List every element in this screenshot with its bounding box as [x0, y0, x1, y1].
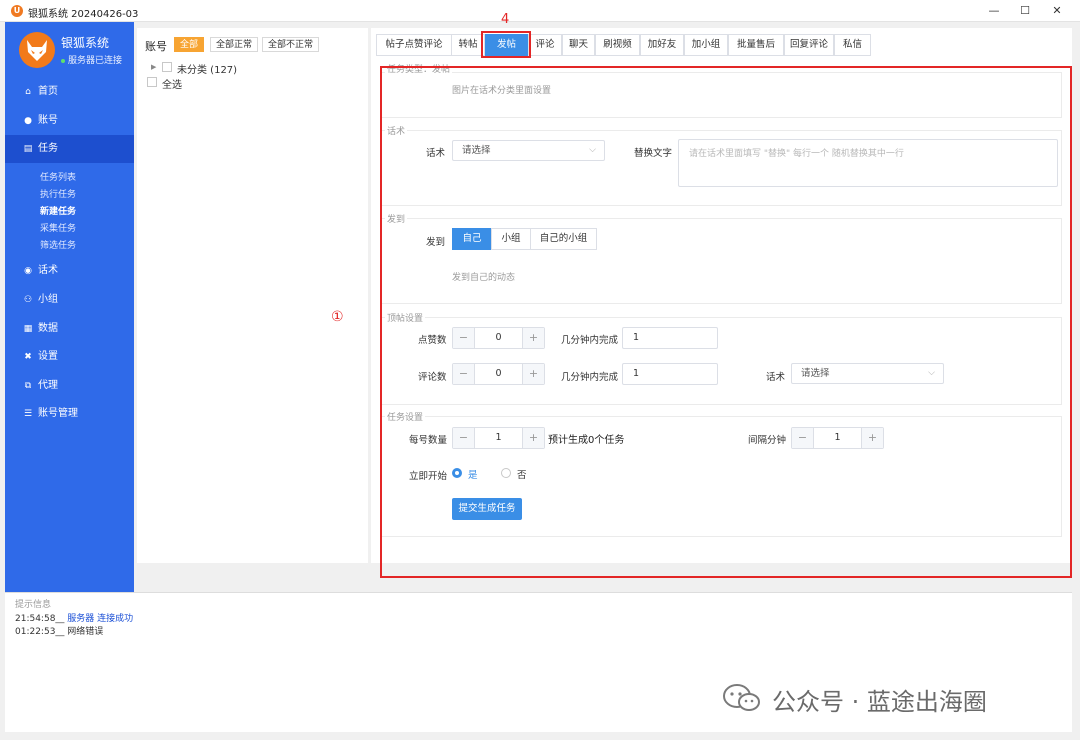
tab-repost[interactable]: 转帖 — [451, 34, 485, 56]
select-all-label[interactable]: 全选 — [162, 76, 182, 91]
subnav-new-task[interactable]: 新建任务 — [40, 204, 76, 217]
settings-icon: ✖ — [24, 352, 32, 362]
tab-chat[interactable]: 聊天 — [562, 34, 595, 56]
annotation-tab-highlight — [481, 31, 531, 58]
group-icon: ⚇ — [23, 295, 33, 305]
annotation-circle-1: ① — [331, 309, 344, 325]
chat-icon: ◉ — [24, 266, 32, 276]
subnav-task-list[interactable]: 任务列表 — [40, 170, 76, 183]
log-time: 21:54:58__ — [15, 614, 65, 624]
sidebar-item-home[interactable]: ⌂ 首页 — [5, 78, 134, 106]
filter-all-chip[interactable]: 全部 — [174, 37, 205, 52]
window-title: 银狐系统 20240426-03 — [28, 9, 139, 20]
account-panel: 账号 全部 全部正常 全部不正常 ▶ 未分类 (127) 全选 — [137, 28, 368, 563]
wechat-icon — [723, 684, 760, 711]
log-title: 提示信息 — [15, 600, 52, 610]
select-all-checkbox[interactable] — [147, 77, 157, 87]
tab-direct-message[interactable]: 私信 — [834, 34, 871, 56]
tab-batch-aftersale[interactable]: 批量售后 — [728, 34, 784, 56]
watermark-text: 公众号 · 蓝途出海圈 — [772, 688, 987, 716]
sidebar-item-account-manage[interactable]: ☰ 账号管理 — [5, 400, 134, 428]
maximize-button[interactable]: ☐ — [1011, 3, 1039, 19]
home-icon: ⌂ — [25, 87, 31, 97]
sidebar: 银狐系统 服务器已连接 ⌂ 首页 ● 账号 ▤ 任务 任务列表 执行任务 新建任务 采… — [5, 22, 134, 592]
sidebar-item-label: 代理 — [38, 380, 58, 391]
status-dot-icon — [61, 58, 65, 63]
log-line: 21:54:58__ 服务器 连接成功 — [15, 611, 133, 624]
sidebar-item-task[interactable]: ▤ 任务 — [5, 135, 134, 163]
task-icon: ▤ — [23, 144, 33, 154]
subnav-execute-task[interactable]: 执行任务 — [40, 187, 76, 200]
sidebar-item-label: 任务 — [38, 143, 58, 154]
annotation-form-highlight — [380, 66, 1072, 578]
server-status: 服务器已连接 — [61, 53, 122, 66]
sidebar-item-label: 小组 — [38, 294, 58, 305]
database-icon: ☰ — [23, 409, 33, 419]
filter-normal-chip[interactable]: 全部正常 — [210, 37, 259, 52]
sidebar-item-label: 首页 — [38, 86, 58, 97]
sidebar-item-data[interactable]: ▦ 数据 — [5, 315, 134, 343]
log-time: 01:22:53__ — [15, 627, 65, 637]
tab-post-like-comment[interactable]: 帖子点赞评论 — [376, 34, 452, 56]
account-label: 账号 — [145, 40, 167, 53]
subnav-collect-task[interactable]: 采集任务 — [40, 221, 76, 234]
log-text: 服务器 连接成功 — [67, 614, 134, 624]
sidebar-item-settings[interactable]: ✖ 设置 — [5, 343, 134, 371]
tab-add-friend[interactable]: 加好友 — [640, 34, 684, 56]
sidebar-item-account[interactable]: ● 账号 — [5, 107, 134, 135]
sidebar-item-proxy[interactable]: ⧉ 代理 — [5, 372, 134, 400]
tab-comment[interactable]: 评论 — [528, 34, 562, 56]
app-logo-icon: U — [11, 5, 23, 17]
user-icon: ● — [24, 116, 32, 126]
data-icon: ▦ — [23, 324, 33, 334]
log-line: 01:22:53__ 网络错误 — [15, 624, 103, 637]
sidebar-item-label: 话术 — [38, 265, 58, 276]
sidebar-item-label: 数据 — [38, 323, 58, 334]
annotation-step-4: 4 — [501, 12, 510, 27]
tab-reply-comment[interactable]: 回复评论 — [784, 34, 834, 56]
tree-node-label[interactable]: 未分类 (127) — [177, 61, 237, 76]
log-text: 网络错误 — [67, 627, 104, 637]
subnav-filter-task[interactable]: 筛选任务 — [40, 238, 76, 251]
window-titlebar: U 银狐系统 20240426-03 — ☐ ✕ — [0, 0, 1080, 22]
sidebar-item-label: 设置 — [38, 351, 58, 362]
tab-watch-video[interactable]: 刷视频 — [595, 34, 640, 56]
sidebar-item-label: 账号管理 — [38, 408, 78, 419]
sidebar-item-speech[interactable]: ◉ 话术 — [5, 257, 134, 285]
tree-expand-icon[interactable]: ▶ — [151, 63, 156, 71]
close-button[interactable]: ✕ — [1043, 3, 1071, 19]
brand-name: 银狐系统 — [61, 36, 110, 50]
tree-node-checkbox[interactable] — [162, 62, 172, 72]
sidebar-item-group[interactable]: ⚇ 小组 — [5, 286, 134, 314]
tab-join-group[interactable]: 加小组 — [684, 34, 728, 56]
server-status-text: 服务器已连接 — [68, 56, 123, 66]
filter-abnormal-chip[interactable]: 全部不正常 — [262, 37, 320, 52]
sidebar-item-label: 账号 — [38, 115, 58, 126]
fox-logo-icon — [19, 32, 55, 68]
minimize-button[interactable]: — — [980, 3, 1008, 19]
proxy-icon: ⧉ — [24, 381, 32, 391]
